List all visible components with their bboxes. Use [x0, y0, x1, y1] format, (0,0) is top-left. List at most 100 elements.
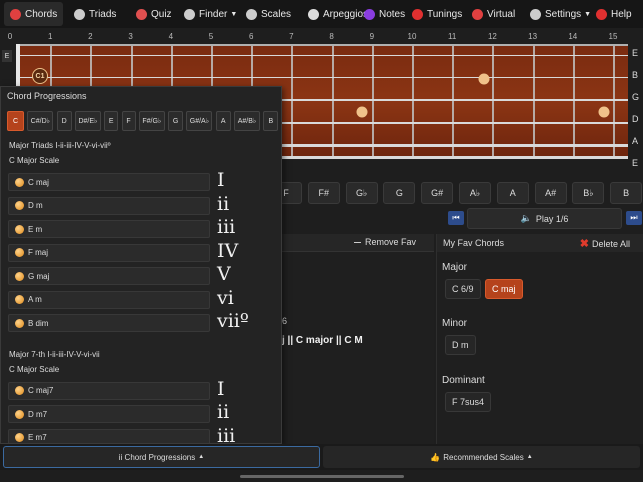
key-button[interactable]: A [496, 182, 529, 204]
chord-row[interactable]: E m7 [8, 428, 210, 443]
chord-detail-panel [282, 252, 434, 444]
chord-row[interactable]: D m7 [8, 405, 210, 423]
play-dot-icon [15, 271, 24, 281]
chord-name: B dim [28, 318, 49, 328]
nav-notes[interactable]: Notes [358, 2, 411, 26]
root-note-marker[interactable]: C1 [32, 68, 48, 84]
scales-icon [246, 8, 257, 20]
fav-chord-chip[interactable]: C 6/9 [445, 279, 481, 299]
next-button[interactable]: ⏭ [626, 211, 642, 225]
recommended-scales-label: Recommended Scales [443, 452, 524, 462]
key-tab[interactable]: B [263, 111, 279, 131]
chord-row[interactable]: G maj [8, 267, 210, 285]
key-tab[interactable]: C [7, 111, 24, 131]
dots-icon [74, 8, 85, 20]
nav-finder[interactable]: Finder ▼ [178, 2, 243, 26]
key-tab[interactable]: C#/D♭ [27, 111, 54, 131]
fret-wire [613, 46, 615, 158]
string-letter: E [632, 48, 639, 58]
key-tab[interactable]: E [104, 111, 119, 131]
fret-number: 10 [407, 32, 417, 41]
nav-label: Help [611, 8, 632, 20]
fret-number: 1 [47, 32, 53, 41]
chord-progressions-button[interactable]: ii Chord Progressions ▲ [3, 446, 320, 468]
chord-name-list: j || C major || C M [282, 335, 363, 346]
minus-icon [353, 241, 361, 243]
fret-number: 3 [128, 32, 133, 41]
chord-name: D m [28, 201, 43, 210]
play-dot-icon [15, 318, 24, 328]
key-tab[interactable]: D#/E♭ [74, 111, 101, 131]
key-tab[interactable]: F#/G♭ [138, 111, 165, 131]
previous-button[interactable]: ⏮ [448, 211, 464, 225]
key-button[interactable]: B [610, 182, 643, 204]
fav-chord-chip[interactable]: C maj [485, 279, 523, 299]
chord-row[interactable]: F maj [8, 243, 210, 262]
fret-number: 5 [208, 32, 214, 41]
play-dot-icon [15, 433, 24, 442]
roman-numeral: iii [217, 424, 236, 444]
nav-virtual[interactable]: Virtual [466, 2, 521, 26]
recommended-scales-button[interactable]: 👍 Recommended Scales ▲ [323, 446, 640, 468]
key-button[interactable]: G♭ [345, 182, 378, 204]
chord-row[interactable]: C maj [8, 173, 210, 191]
chord-name: E m7 [28, 433, 47, 442]
fret-wire [452, 46, 455, 158]
key-tab[interactable]: G#/A♭ [186, 111, 213, 131]
nav-help[interactable]: Help [590, 2, 638, 26]
chord-progressions-popup: Chord Progressions C C#/D♭ D D#/E♭ E F F#/G♭ G G… [0, 86, 282, 444]
fav-chord-chip[interactable]: F 7sus4 [445, 392, 492, 412]
thumbs-up-icon: 👍 [430, 452, 441, 462]
string-letter: A [632, 136, 639, 146]
fav-chord-chip[interactable]: D m [445, 335, 476, 355]
nav-settings[interactable]: Settings ▼ [524, 2, 597, 26]
key-tab[interactable]: A [215, 111, 231, 131]
chord-row[interactable]: B dim [8, 314, 210, 332]
key-button[interactable]: A# [534, 182, 567, 204]
scale-label: C Major Scale [9, 364, 60, 374]
fret-number: 13 [528, 32, 538, 41]
chord-progressions-label: ii Chord Progressions [118, 452, 196, 462]
fret-wire [291, 46, 294, 158]
nav-chords[interactable]: Chords [4, 2, 64, 26]
key-tab[interactable]: F [121, 111, 136, 131]
chord-row[interactable]: A m [8, 290, 210, 309]
chord-row[interactable]: E m [8, 220, 210, 238]
delete-all-button[interactable]: ✖ Delete All [580, 237, 630, 250]
popup-title: Chord Progressions [7, 91, 87, 101]
key-tab[interactable]: A#/B♭ [234, 111, 260, 131]
key-button[interactable]: B♭ [572, 182, 605, 204]
chevron-down-icon: ▼ [230, 10, 238, 18]
nav-quiz[interactable]: Quiz [130, 2, 178, 26]
question-icon [596, 8, 607, 20]
nav-triads[interactable]: Triads [68, 2, 122, 26]
play-dot-icon [15, 201, 24, 210]
key-tab[interactable]: G [168, 111, 184, 131]
key-button[interactable]: G# [421, 182, 454, 204]
notes-icon [364, 8, 375, 20]
play-button[interactable]: 🔈 Play 1/6 [467, 208, 622, 229]
play-dot-icon [15, 248, 24, 257]
key-tab[interactable]: D [56, 111, 72, 131]
progression-label: Major 7-th I-ii-iii-IV-V-vi-vii [9, 349, 100, 359]
chord-name: D m7 [28, 409, 48, 419]
roman-numeral: I [217, 169, 225, 191]
guitar-string [16, 55, 628, 56]
nav-scales[interactable]: Scales [240, 2, 297, 26]
string-letter: D [632, 114, 639, 124]
nav-tunings[interactable]: Tunings [406, 2, 468, 26]
chord-row[interactable]: C maj7 [8, 381, 210, 400]
string-tag[interactable]: E [2, 50, 12, 62]
key-button[interactable]: A♭ [459, 182, 491, 204]
quiz-icon [136, 8, 147, 20]
fret-inlay [356, 106, 368, 118]
nav-label: Chords [25, 8, 58, 20]
close-icon: ✖ [579, 238, 589, 250]
chord-row[interactable]: D m [8, 196, 210, 215]
remove-fav-label: Remove Fav [364, 237, 416, 247]
nav-label: Tunings [427, 8, 463, 20]
remove-fav-button[interactable]: Remove Fav [353, 237, 416, 247]
key-button[interactable]: F# [307, 182, 340, 204]
key-button[interactable]: G [383, 182, 416, 204]
fret-number: 8 [329, 32, 334, 41]
